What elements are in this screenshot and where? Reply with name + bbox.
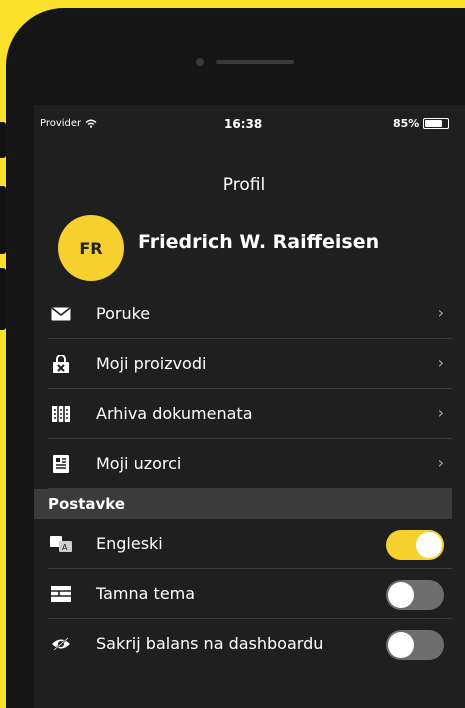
profile-menu: Poruke › Moji proizvodi › Arhiva dokumen… [34, 289, 452, 489]
menu-item-label: Moji uzorci [96, 454, 182, 473]
setting-label: Sakrij balans na dashboardu [96, 634, 324, 653]
wifi-icon [85, 119, 97, 128]
setting-row-tamna-tema: Tamna tema [48, 569, 452, 619]
setting-label: Engleski [96, 534, 163, 553]
carrier: Provider [40, 118, 97, 129]
avatar[interactable]: FR [58, 215, 124, 281]
menu-item-moji-uzorci[interactable]: Moji uzorci › [48, 439, 452, 489]
menu-item-label: Poruke [96, 304, 151, 323]
hide-balance-toggle[interactable] [386, 630, 444, 660]
archive-icon [48, 404, 74, 424]
setting-row-sakrij-balans: Sakrij balans na dashboardu [48, 619, 452, 668]
phone-frame: Provider 16:38 85% Profil FR Friedrich W… [6, 8, 465, 708]
chevron-right-icon: › [437, 303, 444, 322]
menu-item-moji-proizvodi[interactable]: Moji proizvodi › [48, 339, 452, 389]
battery-percent: 85% [393, 117, 420, 130]
settings-section: Postavke A Engleski Tamna tema Sakrij ba… [34, 489, 452, 668]
theme-icon [48, 584, 74, 604]
setting-row-engleski: A Engleski [48, 519, 452, 569]
provider-label: Provider [40, 118, 82, 129]
translate-icon: A [48, 534, 74, 554]
menu-item-label: Arhiva dokumenata [96, 404, 253, 423]
battery-indicator: 85% [393, 117, 450, 130]
toggle-knob [388, 582, 414, 608]
dark-theme-toggle[interactable] [386, 580, 444, 610]
page-title: Profil [222, 175, 266, 195]
svg-text:A: A [62, 543, 68, 552]
menu-item-arhiva-dokumenata[interactable]: Arhiva dokumenata › [48, 389, 452, 439]
toggle-knob [388, 632, 414, 658]
camera-dot [196, 58, 204, 66]
app-screen: Provider 16:38 85% Profil FR Friedrich W… [34, 105, 465, 708]
toggle-knob [416, 532, 442, 558]
chevron-right-icon: › [437, 453, 444, 472]
envelope-icon [48, 304, 74, 324]
settings-header: Postavke [34, 489, 452, 519]
templates-icon [48, 454, 74, 474]
user-name: Friedrich W. Raiffeisen [138, 231, 380, 253]
battery-icon [423, 118, 450, 129]
english-toggle[interactable] [386, 530, 444, 560]
menu-item-poruke[interactable]: Poruke › [48, 289, 452, 339]
status-bar: Provider 16:38 85% [34, 105, 454, 145]
clock: 16:38 [224, 117, 263, 131]
chevron-right-icon: › [437, 403, 444, 422]
hide-eye-icon [48, 634, 74, 654]
setting-label: Tamna tema [96, 584, 196, 603]
avatar-initials: FR [79, 238, 103, 258]
chevron-right-icon: › [437, 353, 444, 372]
lock-bag-icon [48, 354, 74, 374]
speaker-grille [216, 60, 294, 64]
menu-item-label: Moji proizvodi [96, 354, 207, 373]
